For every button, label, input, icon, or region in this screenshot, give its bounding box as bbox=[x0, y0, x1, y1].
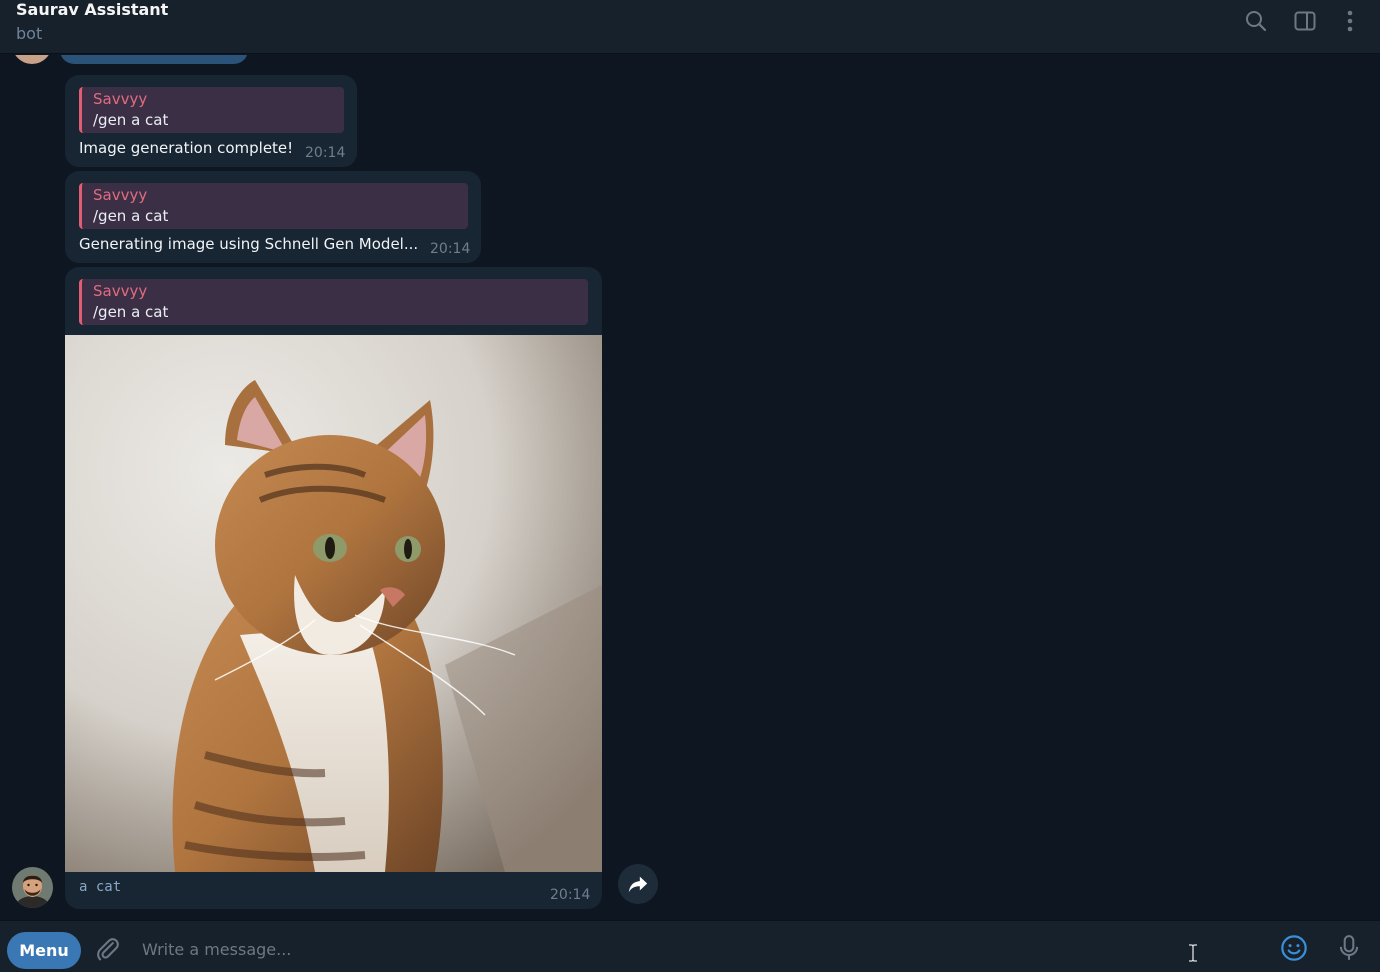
message-composer: Menu bbox=[0, 920, 1380, 972]
scrollbar[interactable] bbox=[1375, 55, 1378, 915]
avatar bbox=[12, 55, 52, 64]
message-list[interactable]: Savvyy /gen a cat Image generation compl… bbox=[0, 55, 1380, 920]
search-icon[interactable] bbox=[1243, 8, 1269, 34]
emoji-icon[interactable] bbox=[1279, 933, 1309, 963]
chat-status: bot bbox=[16, 24, 43, 43]
cat-image[interactable] bbox=[65, 335, 602, 872]
reply-author: Savvyy bbox=[93, 282, 148, 300]
chat-title[interactable]: Saurav Assistant bbox=[16, 0, 168, 20]
message-bubble-partial bbox=[60, 55, 248, 64]
message-time: 20:14 bbox=[305, 145, 346, 161]
reply-preview[interactable]: Savvyy /gen a cat bbox=[79, 183, 468, 229]
forward-icon bbox=[628, 876, 648, 893]
message-text: Image generation complete! bbox=[79, 139, 294, 157]
more-vertical-icon[interactable] bbox=[1337, 8, 1363, 34]
forward-button[interactable] bbox=[618, 864, 658, 904]
message-bubble[interactable]: Savvyy /gen a cat Image generation compl… bbox=[65, 75, 357, 167]
reply-preview[interactable]: Savvyy /gen a cat bbox=[79, 87, 344, 133]
reply-author: Savvyy bbox=[93, 186, 148, 204]
reply-text: /gen a cat bbox=[93, 207, 169, 225]
photo-caption: a cat bbox=[79, 879, 122, 895]
message-text: Generating image using Schnell Gen Model… bbox=[79, 235, 419, 253]
photo-message-bubble[interactable]: Savvyy /gen a cat a cat 20:14 bbox=[65, 267, 602, 909]
message-bubble[interactable]: Savvyy /gen a cat Generating image using… bbox=[65, 171, 481, 263]
paperclip-icon[interactable] bbox=[94, 935, 122, 963]
message-time: 20:14 bbox=[550, 887, 591, 903]
reply-author: Savvyy bbox=[93, 90, 148, 108]
reply-preview[interactable]: Savvyy /gen a cat bbox=[79, 279, 588, 325]
reply-text: /gen a cat bbox=[93, 111, 169, 129]
reply-text: /gen a cat bbox=[93, 303, 169, 321]
chat-header[interactable]: Saurav Assistant bot bbox=[0, 0, 1380, 54]
avatar[interactable] bbox=[12, 867, 53, 908]
sidebar-toggle-icon[interactable] bbox=[1292, 8, 1318, 34]
menu-button[interactable]: Menu bbox=[7, 932, 81, 969]
text-cursor-icon bbox=[1189, 944, 1197, 962]
microphone-icon[interactable] bbox=[1334, 933, 1364, 963]
message-input[interactable] bbox=[128, 931, 1228, 967]
message-time: 20:14 bbox=[430, 241, 471, 257]
